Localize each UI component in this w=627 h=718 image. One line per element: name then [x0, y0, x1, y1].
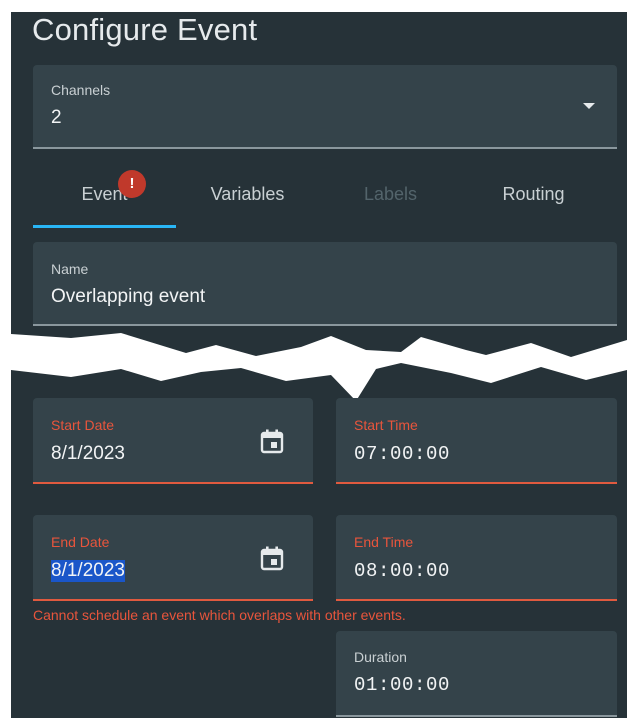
configure-event-dialog: Configure Event Channels 2 Event ! Varia… [11, 12, 627, 718]
tab-variables-label: Variables [210, 184, 285, 204]
duration-field[interactable]: Duration 01:00:00 [336, 631, 617, 717]
tab-routing[interactable]: Routing [462, 162, 605, 226]
name-label: Name [51, 261, 89, 277]
start-date-label: Start Date [51, 417, 115, 433]
end-time-field[interactable]: End Time 08:00:00 [336, 515, 617, 601]
start-time-label: Start Time [354, 417, 418, 433]
overlap-error-message: Cannot schedule an event which overlaps … [33, 607, 406, 623]
start-time-value: 07:00:00 [354, 443, 451, 465]
start-date-field[interactable]: Start Date 8/1/2023 [33, 398, 313, 484]
tab-variables[interactable]: Variables [176, 162, 319, 226]
start-date-value: 8/1/2023 [51, 443, 125, 464]
end-date-field[interactable]: End Date 8/1/2023 [33, 515, 313, 601]
torn-edge-separator [11, 333, 627, 401]
calendar-icon[interactable] [259, 545, 285, 571]
channels-select[interactable]: Channels 2 [33, 65, 617, 149]
error-badge-icon: ! [118, 170, 146, 198]
end-time-value: 08:00:00 [354, 560, 451, 582]
dialog-title: Configure Event [32, 12, 258, 47]
tab-labels-label: Labels [363, 184, 418, 204]
duration-value: 01:00:00 [354, 674, 451, 696]
dropdown-caret-icon[interactable] [583, 103, 595, 109]
channels-value: 2 [51, 107, 62, 128]
active-tab-indicator [33, 225, 176, 228]
name-field[interactable]: Name Overlapping event [33, 242, 617, 326]
start-time-field[interactable]: Start Time 07:00:00 [336, 398, 617, 484]
end-time-label: End Time [354, 534, 414, 550]
tab-labels: Labels [319, 162, 462, 226]
calendar-icon[interactable] [259, 428, 285, 454]
tab-event[interactable]: Event [33, 162, 176, 226]
end-date-label: End Date [51, 534, 110, 550]
duration-label: Duration [354, 649, 407, 665]
end-date-value: 8/1/2023 [51, 560, 125, 582]
tab-routing-label: Routing [502, 184, 565, 204]
name-value: Overlapping event [51, 286, 206, 307]
channels-label: Channels [51, 82, 111, 98]
tab-bar: Event ! Variables Labels Routing [33, 162, 605, 228]
